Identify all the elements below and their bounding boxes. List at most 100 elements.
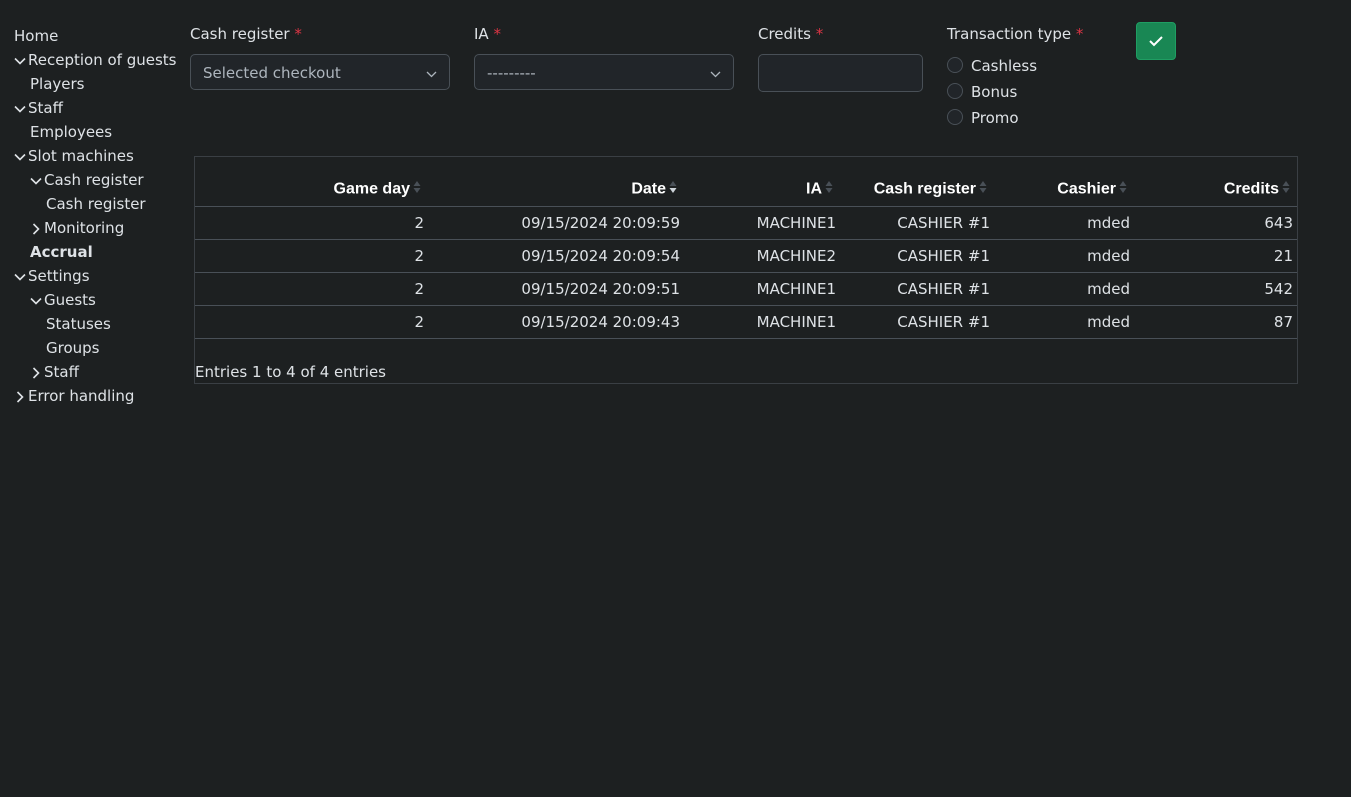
radio-circle[interactable]	[947, 57, 963, 73]
sidebar-item-label: Statuses	[46, 315, 111, 333]
sidebar-item-label: Groups	[46, 339, 100, 357]
cell-credits: 542	[1134, 272, 1297, 306]
sidebar-item-players[interactable]: Players	[0, 72, 180, 96]
sidebar-item-cash-register[interactable]: Cash register	[0, 192, 180, 216]
column-header-game-day[interactable]: Game day	[195, 173, 428, 207]
radio-cashless[interactable]: Cashless	[947, 54, 1037, 78]
sidebar-item-monitoring[interactable]: Monitoring	[0, 216, 180, 240]
sidebar-item-label: Staff	[28, 99, 63, 117]
sidebar-item-label: Error handling	[28, 387, 135, 405]
sidebar-item-staff[interactable]: Staff	[0, 96, 180, 120]
accrual-table-container: Game day Date IA Cash register Cashier C…	[194, 156, 1298, 384]
sidebar-item-label: Employees	[30, 123, 113, 141]
radio-bonus[interactable]: Bonus	[947, 80, 1017, 104]
ia-label: IA *	[474, 24, 734, 44]
chevron-right-icon	[28, 360, 44, 384]
column-header-date[interactable]: Date	[428, 173, 684, 207]
table-row: 2 09/15/2024 20:09:51 MACHINE1 CASHIER #…	[195, 272, 1297, 306]
sidebar-item-statuses[interactable]: Statuses	[0, 312, 180, 336]
sidebar-nav: Home Reception of guests Players Staff E…	[0, 24, 180, 408]
sidebar-item-settings[interactable]: Settings	[0, 264, 180, 288]
sidebar-item-error-handling[interactable]: Error handling	[0, 384, 180, 408]
sidebar-item-accrual[interactable]: Accrual	[0, 240, 180, 264]
cell-cashier: mded	[994, 272, 1134, 306]
cell-game-day: 2	[195, 305, 428, 339]
cell-ia: MACHINE1	[684, 206, 840, 240]
chevron-down-icon	[28, 288, 44, 312]
credits-label: Credits *	[758, 24, 923, 44]
column-header-label: Game day	[333, 180, 410, 198]
credits-field: Credits *	[758, 24, 923, 92]
cell-credits: 87	[1134, 305, 1297, 339]
radio-circle[interactable]	[947, 109, 963, 125]
sidebar-item-settings-staff[interactable]: Staff	[0, 360, 180, 384]
sidebar-item-label: Cash register	[46, 195, 146, 213]
sidebar-item-reception[interactable]: Reception of guests	[0, 48, 180, 72]
radio-promo[interactable]: Promo	[947, 106, 1019, 130]
cell-date: 09/15/2024 20:09:54	[428, 239, 684, 273]
sidebar-item-home[interactable]: Home	[0, 24, 180, 48]
chevron-down-icon	[12, 264, 28, 288]
radio-label: Promo	[971, 109, 1019, 127]
chevron-down-icon	[426, 55, 437, 91]
column-header-cashier[interactable]: Cashier	[994, 173, 1134, 207]
sidebar-item-label: Reception of guests	[28, 51, 177, 69]
sidebar-item-slot-machines[interactable]: Slot machines	[0, 144, 180, 168]
chevron-down-icon	[12, 144, 28, 168]
column-header-credits[interactable]: Credits	[1134, 173, 1297, 207]
table-row: 2 09/15/2024 20:09:59 MACHINE1 CASHIER #…	[195, 206, 1297, 240]
sort-icon	[822, 180, 836, 199]
cell-cashier: mded	[994, 206, 1134, 240]
sort-icon	[976, 180, 990, 199]
cell-cashier: mded	[994, 305, 1134, 339]
cell-cash-register: CASHIER #1	[840, 305, 994, 339]
sidebar-item-guests[interactable]: Guests	[0, 288, 180, 312]
cell-game-day: 2	[195, 272, 428, 306]
cell-ia: MACHINE1	[684, 272, 840, 306]
cash-register-select[interactable]: Selected checkout	[190, 54, 450, 90]
ia-select-value: ---------	[487, 64, 536, 82]
transaction-type-field: Transaction type * Cashless Bonus Promo	[947, 24, 1107, 134]
column-header-label: IA	[806, 180, 822, 198]
required-mark: *	[493, 25, 501, 43]
checkmark-icon	[1149, 36, 1163, 47]
radio-label: Cashless	[971, 57, 1038, 75]
radio-label: Bonus	[971, 83, 1018, 101]
transaction-type-label: Transaction type *	[947, 24, 1107, 44]
table-row: 2 09/15/2024 20:09:54 MACHINE2 CASHIER #…	[195, 239, 1297, 273]
cell-date: 09/15/2024 20:09:51	[428, 272, 684, 306]
cell-cashier: mded	[994, 239, 1134, 273]
credits-input[interactable]	[758, 54, 923, 92]
chevron-down-icon	[12, 96, 28, 120]
chevron-down-icon	[710, 55, 721, 91]
ia-select[interactable]: ---------	[474, 54, 734, 90]
cell-date: 09/15/2024 20:09:59	[428, 206, 684, 240]
chevron-down-icon	[28, 168, 44, 192]
sidebar-item-label: Accrual	[30, 243, 93, 261]
table-row: 2 09/15/2024 20:09:43 MACHINE1 CASHIER #…	[195, 305, 1297, 339]
cash-register-field: Cash register * Selected checkout	[190, 24, 450, 90]
sidebar-item-cash-register-group[interactable]: Cash register	[0, 168, 180, 192]
transaction-type-label-text: Transaction type	[947, 25, 1072, 43]
sidebar-item-groups[interactable]: Groups	[0, 336, 180, 360]
ia-field: IA * ---------	[474, 24, 734, 90]
cash-register-label-text: Cash register	[190, 25, 290, 43]
sidebar-item-label: Guests	[44, 291, 96, 309]
cell-credits: 643	[1134, 206, 1297, 240]
sidebar-item-label: Staff	[44, 363, 79, 381]
radio-circle[interactable]	[947, 83, 963, 99]
column-header-cash-register[interactable]: Cash register	[840, 173, 994, 207]
column-header-label: Cashier	[1057, 180, 1116, 198]
sort-icon	[410, 180, 424, 199]
cell-cash-register: CASHIER #1	[840, 272, 994, 306]
cell-game-day: 2	[195, 206, 428, 240]
chevron-down-icon	[12, 48, 28, 72]
chevron-right-icon	[12, 384, 28, 408]
sort-icon	[1279, 180, 1293, 199]
cell-ia: MACHINE2	[684, 239, 840, 273]
submit-button[interactable]	[1136, 22, 1176, 60]
column-header-ia[interactable]: IA	[684, 173, 840, 207]
cash-register-label: Cash register *	[190, 24, 450, 44]
sidebar-item-employees[interactable]: Employees	[0, 120, 180, 144]
cell-credits: 21	[1134, 239, 1297, 273]
